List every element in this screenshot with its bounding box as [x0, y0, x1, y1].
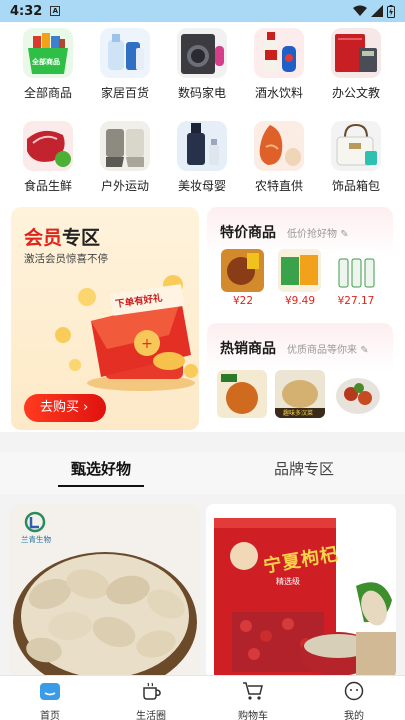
special-thumb-1[interactable] — [221, 249, 264, 292]
status-time: 4:32 — [10, 3, 43, 19]
product-image — [206, 504, 396, 675]
fresh-food-icon — [23, 121, 73, 171]
category-drinks[interactable]: 酒水饮料 — [239, 28, 319, 101]
category-label: 食品生鲜 — [23, 179, 72, 193]
drinks-icon — [254, 28, 304, 78]
category-office-supplies[interactable]: 办公文教 — [316, 28, 396, 101]
svg-text:+: + — [141, 336, 153, 352]
signal-icon — [371, 5, 383, 17]
gift-illustration: + — [55, 275, 198, 391]
nav-label: 购物车 — [238, 711, 268, 720]
nav-label: 首页 — [40, 711, 60, 720]
all-products-icon: 全部商品 — [23, 28, 73, 78]
category-label: 饰品箱包 — [331, 179, 380, 193]
tab-selected-goods[interactable]: 甄选好物 — [21, 452, 181, 486]
hot-thumb-1[interactable] — [217, 370, 267, 418]
category-fresh-food[interactable]: 食品生鲜 — [8, 121, 88, 194]
buy-button-label: 去购买 — [40, 400, 80, 415]
product-tabs: 甄选好物 品牌专区 — [0, 452, 405, 494]
promo-section: 会员专区 激活会员惊喜不停 + 下单有好礼 去购买 › 特价商品 低价抢好物 ✎ — [0, 200, 405, 432]
digital-appliances-icon — [177, 28, 227, 78]
vip-card[interactable]: 会员专区 激活会员惊喜不停 + 下单有好礼 去购买 › — [11, 207, 199, 430]
category-label: 农特直供 — [254, 179, 303, 193]
category-label: 办公文教 — [331, 86, 380, 100]
pen-icon: ✎ — [340, 229, 349, 240]
package-subtitle: 精选级 — [276, 577, 300, 586]
special-thumb-2[interactable] — [278, 249, 321, 292]
product-card[interactable]: 兰青生物 — [10, 504, 200, 675]
category-label: 户外运动 — [100, 179, 149, 193]
special-subtitle: 低价抢好物 ✎ — [287, 225, 349, 240]
category-beauty-baby[interactable]: 美妆母婴 — [162, 121, 242, 194]
battery-icon — [387, 4, 395, 18]
special-price-card[interactable]: 特价商品 低价抢好物 ✎ ¥22 ¥9.49 ¥27.17 — [207, 207, 393, 315]
buy-button[interactable]: 去购买 › — [24, 394, 106, 422]
special-price-3: ¥27.17 — [337, 295, 375, 307]
hot-subtitle: 优质商品等你来 ✎ — [287, 341, 369, 356]
hot-title: 热销商品 — [220, 341, 276, 357]
office-supplies-icon — [331, 28, 381, 78]
product-feed: 兰青生物 宁夏枸杞 精选级 — [0, 494, 405, 675]
notification-icon: A — [50, 6, 61, 16]
vip-title-red: 会员 — [24, 227, 63, 249]
tab-brand-zone[interactable]: 品牌专区 — [224, 452, 384, 486]
home-goods-icon — [100, 28, 150, 78]
farm-products-icon — [254, 121, 304, 171]
special-title: 特价商品 — [220, 225, 276, 241]
nav-home[interactable]: 首页 — [10, 681, 90, 720]
category-grid: 全部商品 全部商品 家居百货 数码家电 酒水饮料 办公文教 食品生鲜 户外运动 … — [0, 22, 405, 200]
category-all-products[interactable]: 全部商品 全部商品 — [8, 28, 88, 101]
special-thumb-3[interactable] — [335, 249, 378, 292]
vip-subtitle: 激活会员惊喜不停 — [24, 253, 108, 265]
cart-icon — [243, 682, 263, 700]
vip-title-dark: 专区 — [62, 227, 101, 249]
category-label: 酒水饮料 — [254, 86, 303, 100]
category-home-goods[interactable]: 家居百货 — [85, 28, 165, 101]
product-card[interactable]: 宁夏枸杞 精选级 — [206, 504, 396, 675]
hot-thumb-2[interactable]: 趣味多汉菜 — [275, 370, 325, 418]
special-subtitle-text: 低价抢好物 — [287, 229, 337, 240]
category-outdoor-sports[interactable]: 户外运动 — [85, 121, 165, 194]
special-price-1: ¥22 — [232, 295, 254, 307]
category-accessories-bags[interactable]: 饰品箱包 — [316, 121, 396, 194]
vip-title: 会员专区 — [24, 223, 100, 250]
tab-underline — [58, 485, 144, 487]
all-products-badge: 全部商品 — [32, 58, 60, 66]
beauty-baby-icon — [177, 121, 227, 171]
hot-thumb-3[interactable] — [333, 370, 383, 418]
accessories-bags-icon — [331, 121, 381, 171]
category-label: 家居百货 — [100, 86, 149, 100]
category-digital-appliances[interactable]: 数码家电 — [162, 28, 242, 101]
category-farm-products[interactable]: 农特直供 — [239, 121, 319, 194]
bottom-nav: 首页 生活圈 购物车 我的 — [0, 675, 405, 720]
hot-thumb-caption: 趣味多汉菜 — [283, 410, 314, 417]
nav-profile[interactable]: 我的 — [314, 681, 394, 720]
hot-sales-card[interactable]: 热销商品 优质商品等你来 ✎ 趣味多汉菜 — [207, 323, 393, 431]
wifi-icon — [353, 5, 367, 16]
category-label: 全部商品 — [23, 86, 72, 100]
special-price-2: ¥9.49 — [284, 295, 316, 307]
nav-label: 生活圈 — [136, 711, 166, 720]
pen-icon: ✎ — [360, 345, 369, 356]
profile-icon — [344, 681, 364, 701]
life-circle-icon — [143, 682, 161, 700]
hot-subtitle-text: 优质商品等你来 — [287, 345, 357, 356]
chevron-right-icon: › — [83, 400, 89, 415]
product-image — [10, 504, 200, 675]
nav-label: 我的 — [344, 711, 364, 720]
home-icon — [40, 683, 60, 700]
outdoor-sports-icon — [100, 121, 150, 171]
category-label: 美妆母婴 — [177, 179, 226, 193]
nav-cart[interactable]: 购物车 — [213, 681, 293, 720]
status-bar: 4:32 A — [0, 0, 405, 22]
brand-label: 兰青生物 — [21, 535, 51, 544]
nav-life-circle[interactable]: 生活圈 — [111, 681, 191, 720]
category-label: 数码家电 — [177, 86, 226, 100]
